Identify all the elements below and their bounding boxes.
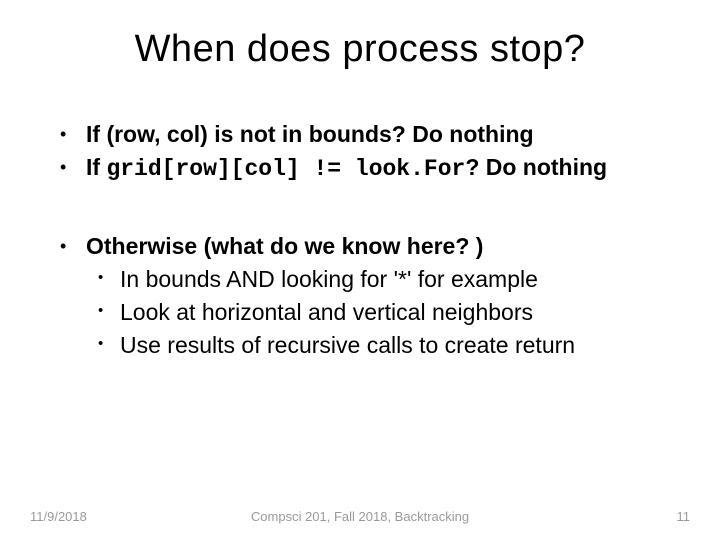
code-fragment: grid[row][col] != look.For bbox=[106, 156, 465, 182]
sub-bullet-text: Look at horizontal and vertical neighbor… bbox=[120, 297, 670, 328]
footer-course: Compsci 201, Fall 2018, Backtracking bbox=[251, 509, 469, 524]
slide-title: When does process stop? bbox=[50, 28, 670, 71]
sub-bullet-item: • Look at horizontal and vertical neighb… bbox=[60, 297, 670, 328]
bullet-item: • If (row, col) is not in bounds? Do not… bbox=[60, 119, 670, 150]
sub-bullet-item: • Use results of recursive calls to crea… bbox=[60, 330, 670, 361]
bullet-dot-icon: • bbox=[60, 231, 86, 262]
footer-date: 11/9/2018 bbox=[30, 509, 87, 524]
sub-bullet-text: Use results of recursive calls to create… bbox=[120, 330, 670, 361]
bullet-item: • Otherwise (what do we know here? ) bbox=[60, 231, 670, 262]
bullet-dot-icon: • bbox=[60, 119, 86, 150]
slide-footer: 11/9/2018 Compsci 201, Fall 2018, Backtr… bbox=[0, 509, 720, 524]
bullet-dot-icon: • bbox=[98, 264, 120, 295]
slide: When does process stop? • If (row, col) … bbox=[0, 0, 720, 540]
text-fragment: If bbox=[86, 154, 106, 180]
bullet-text: If grid[row][col] != look.For? Do nothin… bbox=[86, 152, 670, 185]
footer-page-number: 11 bbox=[677, 509, 691, 524]
slide-content: • If (row, col) is not in bounds? Do not… bbox=[50, 119, 670, 361]
spacer bbox=[60, 187, 670, 231]
text-fragment: ? Do nothing bbox=[465, 154, 607, 180]
bullet-text: Otherwise (what do we know here? ) bbox=[86, 231, 670, 262]
bullet-item: • If grid[row][col] != look.For? Do noth… bbox=[60, 152, 670, 185]
bullet-dot-icon: • bbox=[98, 297, 120, 328]
bullet-dot-icon: • bbox=[98, 330, 120, 361]
bullet-dot-icon: • bbox=[60, 152, 86, 185]
sub-bullet-item: • In bounds AND looking for '*' for exam… bbox=[60, 264, 670, 295]
sub-bullet-text: In bounds AND looking for '*' for exampl… bbox=[120, 264, 670, 295]
bullet-text: If (row, col) is not in bounds? Do nothi… bbox=[86, 119, 670, 150]
